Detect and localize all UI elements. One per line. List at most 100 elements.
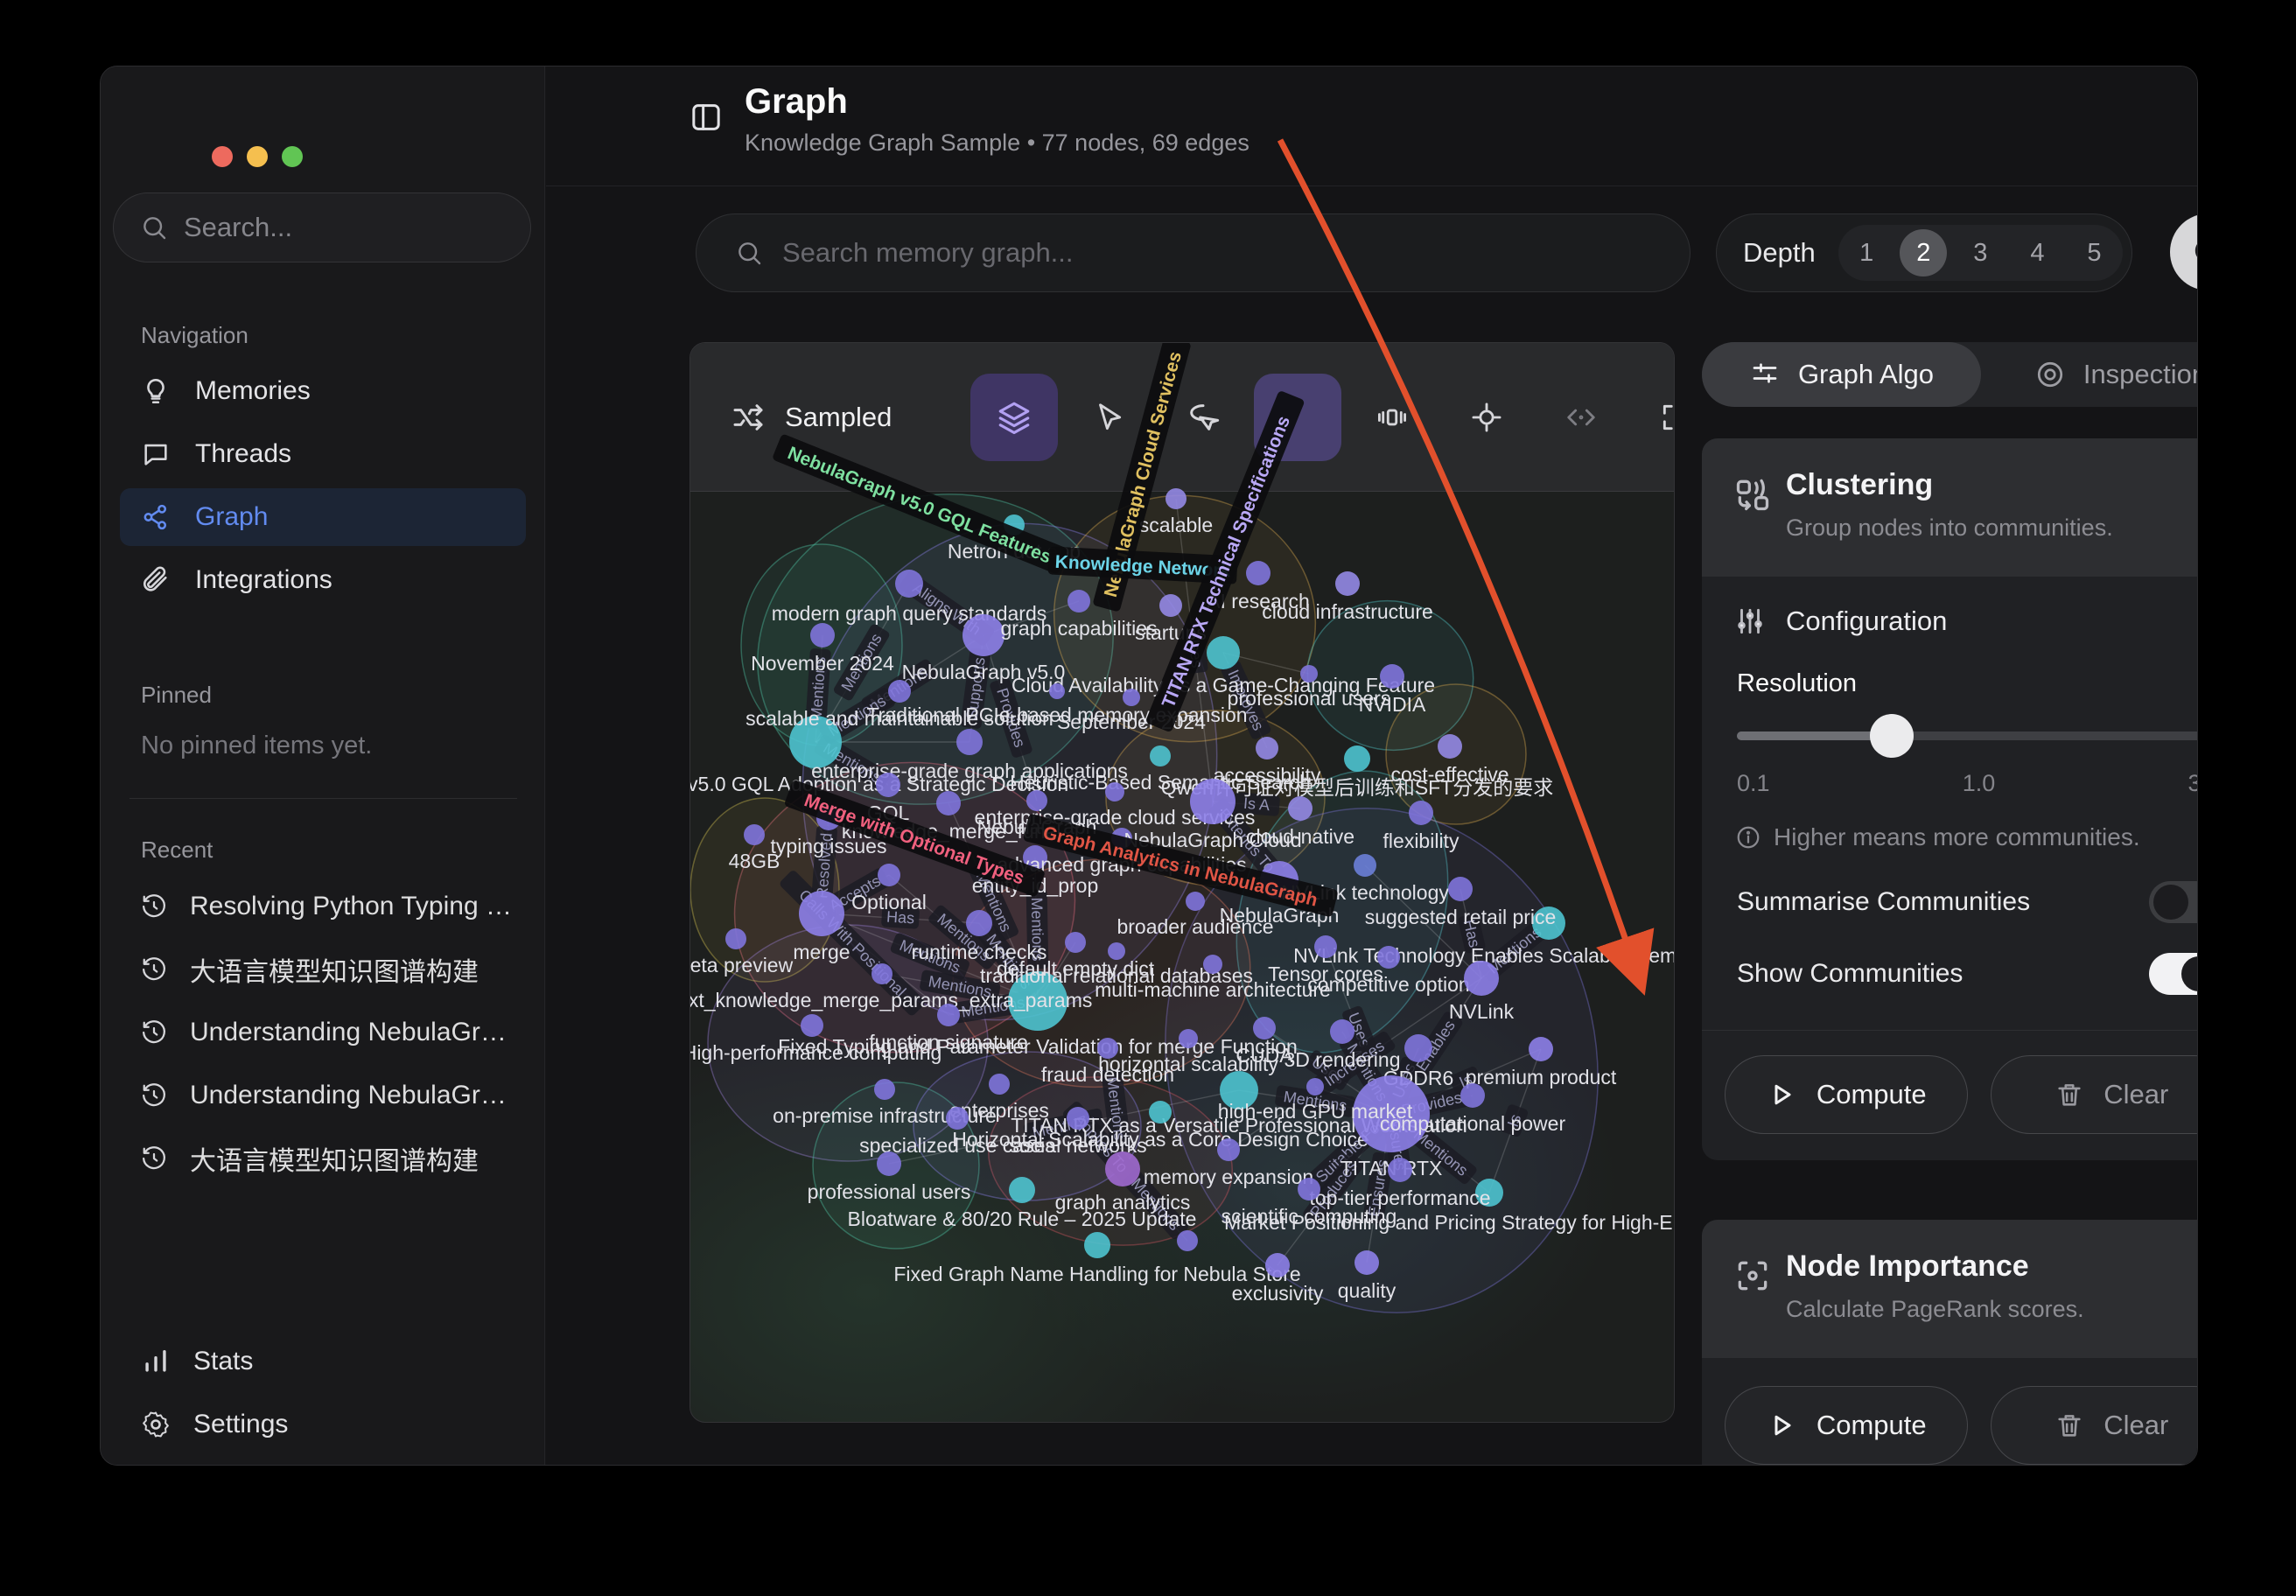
graph-node[interactable] bbox=[1409, 801, 1433, 825]
depth-option-1[interactable]: 1 bbox=[1843, 229, 1890, 276]
graph-node[interactable] bbox=[1353, 1075, 1430, 1152]
graph-node[interactable] bbox=[1306, 1078, 1324, 1096]
graph-node[interactable] bbox=[1404, 1034, 1432, 1062]
chevron-up-icon[interactable] bbox=[2193, 1269, 2198, 1300]
clustering-clear-button[interactable]: Clear bbox=[1991, 1055, 2199, 1134]
graph-node[interactable] bbox=[878, 864, 900, 886]
graph-node[interactable] bbox=[966, 910, 992, 936]
graph-node[interactable] bbox=[799, 891, 844, 936]
graph-node[interactable] bbox=[1149, 1101, 1172, 1124]
graph-node[interactable] bbox=[1105, 1152, 1140, 1186]
locate-tool-button[interactable] bbox=[1443, 374, 1530, 461]
graph-node[interactable] bbox=[1123, 689, 1140, 706]
recent-item[interactable]: Resolving Python Typing … bbox=[120, 878, 535, 934]
depth-option-5[interactable]: 5 bbox=[2070, 229, 2118, 276]
graph-node[interactable] bbox=[1097, 1038, 1118, 1059]
graph-node[interactable] bbox=[801, 1014, 823, 1037]
pagerank-clear-button[interactable]: Clear bbox=[1991, 1386, 2199, 1465]
graph-node[interactable] bbox=[789, 716, 842, 768]
graph-node[interactable] bbox=[1111, 828, 1132, 849]
graph-search-input[interactable]: Search memory graph... bbox=[696, 214, 1690, 292]
node-importance-header[interactable]: Node Importance Calculate PageRank score… bbox=[1702, 1220, 2198, 1358]
depth-option-3[interactable]: 3 bbox=[1956, 229, 2004, 276]
graph-node[interactable] bbox=[1008, 971, 1068, 1031]
graph-node[interactable] bbox=[1460, 1083, 1485, 1108]
shake-tool-button[interactable] bbox=[1348, 374, 1436, 461]
graph-node[interactable] bbox=[888, 680, 911, 703]
tab-graph-algo[interactable]: Graph Algo bbox=[1702, 342, 1981, 407]
graph-node[interactable] bbox=[1300, 665, 1318, 682]
graph-node[interactable] bbox=[1260, 861, 1298, 900]
graph-node[interactable] bbox=[1344, 746, 1370, 772]
clustering-card-header[interactable]: Clustering Group nodes into communities. bbox=[1702, 438, 2198, 577]
search-submit-button[interactable] bbox=[2170, 214, 2198, 290]
sidebar-item-integrations[interactable]: Integrations bbox=[120, 551, 526, 609]
graph-node[interactable] bbox=[1388, 1158, 1412, 1182]
slider-thumb[interactable] bbox=[1870, 714, 1914, 758]
recent-item[interactable]: 大语言模型知识图谱构建 bbox=[120, 1130, 535, 1186]
graph-node[interactable] bbox=[1203, 955, 1222, 974]
code-tool-button[interactable] bbox=[1537, 374, 1625, 461]
lasso-tool-button[interactable] bbox=[1159, 374, 1247, 461]
graph-node[interactable] bbox=[1529, 1037, 1553, 1061]
graph-node[interactable] bbox=[1354, 854, 1376, 877]
graph-node[interactable] bbox=[1084, 1232, 1110, 1258]
tab-inspection[interactable]: Inspection bbox=[1981, 342, 2198, 407]
sidebar-item-stats[interactable]: Stats bbox=[120, 1334, 487, 1390]
sample-mode-indicator[interactable]: Sampled bbox=[731, 400, 892, 435]
sidebar-item-memories[interactable]: Memories bbox=[120, 362, 526, 420]
sidebar-item-threads[interactable]: Threads bbox=[120, 425, 526, 483]
graph-node[interactable] bbox=[1265, 1253, 1290, 1278]
show-communities-toggle[interactable] bbox=[2149, 953, 2198, 995]
graph-node[interactable] bbox=[725, 928, 746, 949]
graph-node[interactable] bbox=[1009, 1177, 1035, 1203]
graph-node[interactable] bbox=[1159, 594, 1182, 617]
graph-node[interactable] bbox=[962, 614, 1004, 656]
graph-node[interactable] bbox=[1108, 942, 1125, 960]
graph-node[interactable] bbox=[872, 963, 892, 984]
graph-node[interactable] bbox=[1475, 1179, 1503, 1207]
graph-node[interactable] bbox=[989, 1074, 1010, 1095]
graph-node[interactable] bbox=[1288, 796, 1312, 821]
graph-canvas[interactable]: Sampled MentionsMentionsMentionsMentions… bbox=[690, 342, 1675, 1423]
summarise-communities-toggle[interactable] bbox=[2149, 881, 2198, 923]
resolution-slider[interactable] bbox=[1737, 724, 2198, 747]
graph-node[interactable] bbox=[1207, 636, 1240, 669]
graph-node[interactable] bbox=[744, 824, 765, 845]
sidebar-search-input[interactable]: Search... bbox=[113, 192, 531, 262]
depth-option-2[interactable]: 2 bbox=[1900, 229, 1947, 276]
graph-node[interactable] bbox=[1067, 1107, 1089, 1130]
sidebar-item-settings[interactable]: Settings bbox=[120, 1396, 487, 1452]
graph-node[interactable] bbox=[936, 791, 961, 816]
graph-node[interactable] bbox=[816, 806, 841, 830]
graph-node[interactable] bbox=[877, 1152, 901, 1176]
clustering-compute-button[interactable]: Compute bbox=[1725, 1055, 1968, 1134]
graph-node[interactable] bbox=[1217, 1138, 1240, 1161]
graph-node[interactable] bbox=[1330, 1019, 1354, 1044]
sidebar-item-graph[interactable]: Graph bbox=[120, 488, 526, 546]
graph-node[interactable] bbox=[1246, 561, 1270, 585]
graph-node[interactable] bbox=[1023, 845, 1047, 870]
graph-node[interactable] bbox=[1438, 734, 1462, 759]
chevron-up-icon[interactable] bbox=[2193, 487, 2198, 519]
graph-node[interactable] bbox=[1186, 892, 1205, 911]
layers-tool-button[interactable] bbox=[970, 374, 1058, 461]
graph-node[interactable] bbox=[1105, 782, 1124, 802]
graph-node[interactable] bbox=[1068, 590, 1090, 612]
graph-node[interactable] bbox=[1065, 932, 1086, 953]
recent-item[interactable]: 大语言模型知识图谱构建 bbox=[120, 942, 535, 998]
zoom-window-button[interactable] bbox=[282, 146, 303, 167]
cursor-tool-button[interactable] bbox=[1065, 374, 1152, 461]
graph-node[interactable] bbox=[1026, 790, 1047, 811]
graph-node[interactable] bbox=[1532, 906, 1565, 940]
graph-node[interactable] bbox=[1314, 935, 1337, 958]
recent-item[interactable]: Understanding NebulaGr… bbox=[120, 1004, 535, 1060]
close-window-button[interactable] bbox=[212, 146, 233, 167]
graph-node[interactable] bbox=[1464, 961, 1499, 996]
graph-node[interactable] bbox=[810, 623, 835, 648]
graph-node[interactable] bbox=[937, 1004, 960, 1026]
sidebar-toggle-icon[interactable] bbox=[689, 100, 724, 135]
graph-node[interactable] bbox=[1256, 737, 1278, 760]
fullscreen-tool-button[interactable] bbox=[1632, 374, 1675, 461]
graph-node[interactable] bbox=[956, 729, 983, 755]
